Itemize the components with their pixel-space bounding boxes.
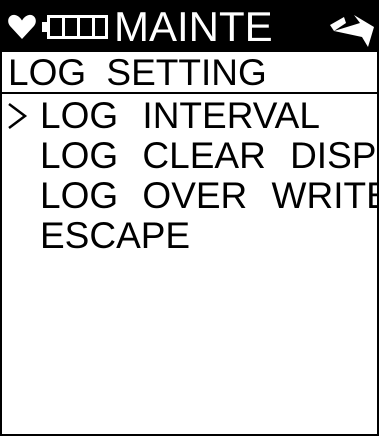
menu-item-log-over-write[interactable]: LOG OVER WRITE [2, 174, 379, 218]
status-header: MAINTE [2, 2, 377, 52]
menu-item-log-clear-disp[interactable]: LOG CLEAR DISP [2, 134, 377, 178]
menu-item-label: LOG CLEAR DISP [40, 135, 377, 176]
menu-item-label: LOG INTERVAL [40, 95, 320, 136]
battery-icon [42, 15, 108, 39]
menu-item-escape[interactable]: ESCAPE [2, 214, 377, 258]
device-screen: MAINTE LOG SETTING LOG INTERVAL LOG CLEA… [0, 0, 379, 436]
menu-item-log-interval[interactable]: LOG INTERVAL [2, 94, 377, 138]
cursor-chevron-icon [8, 103, 28, 129]
signal-arrow-icon [330, 15, 374, 47]
heart-icon [8, 14, 36, 40]
menu-item-label: LOG OVER WRITE [40, 175, 379, 216]
menu-item-label: ESCAPE [40, 215, 191, 256]
header-title: MAINTE [114, 3, 273, 50]
screen-title: LOG SETTING [8, 52, 267, 93]
